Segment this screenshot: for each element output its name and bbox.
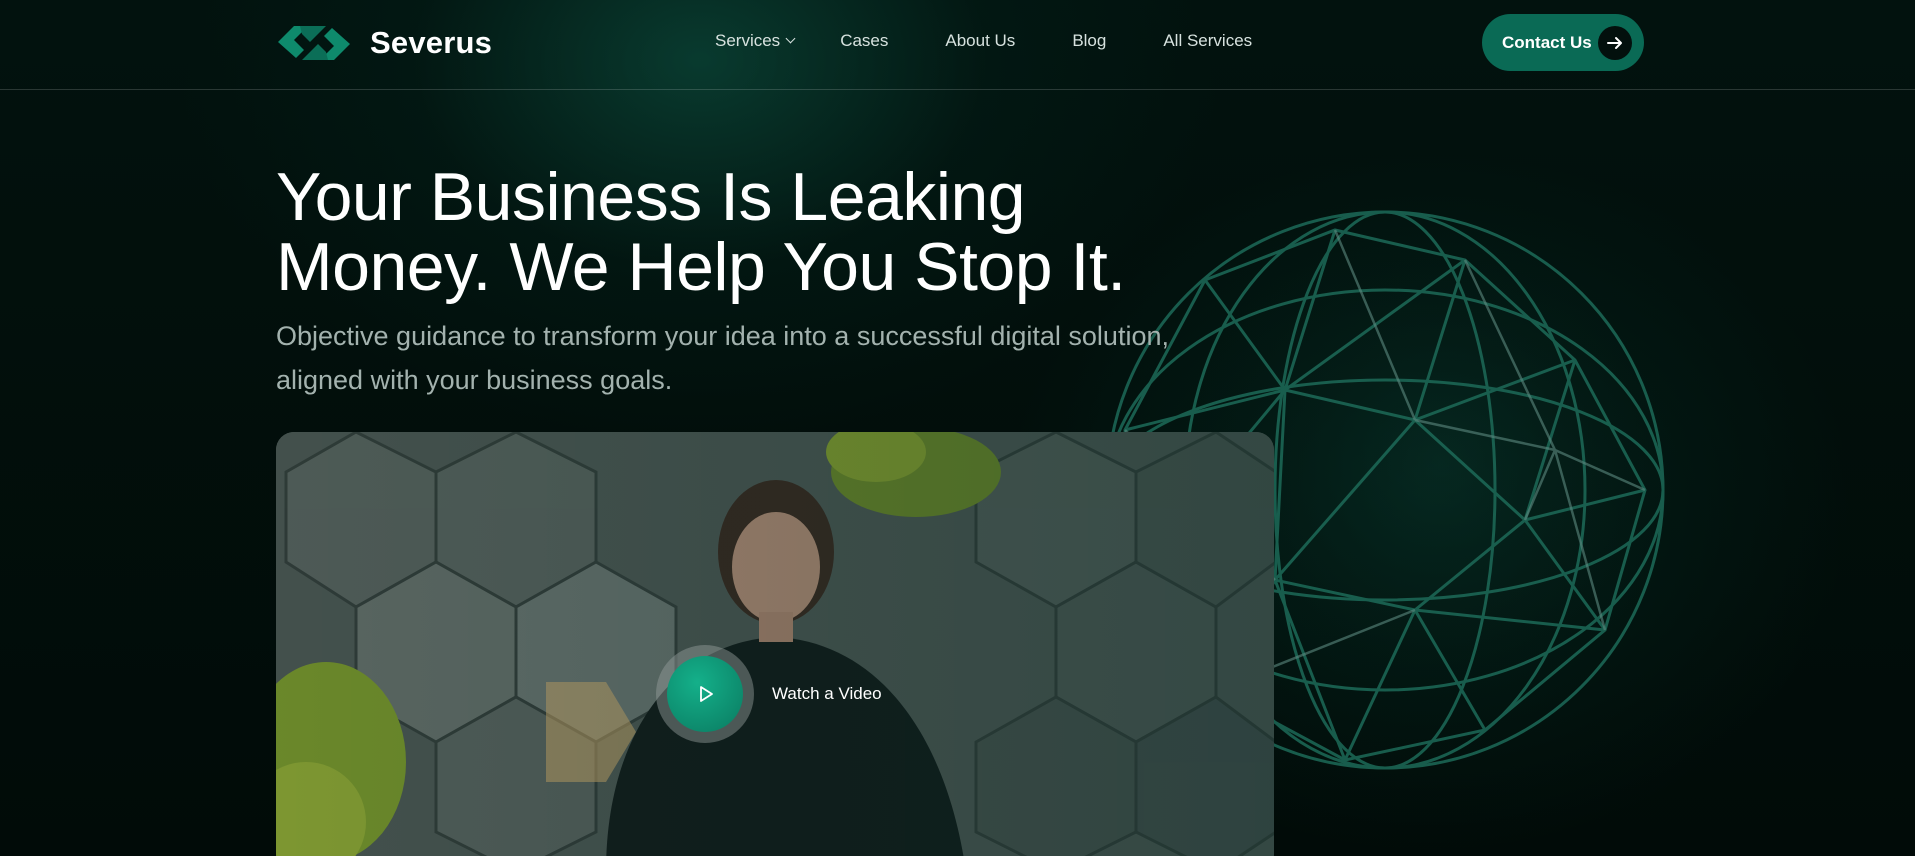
- nav-item-all-services-label: All Services: [1163, 31, 1253, 50]
- nav-item-cases[interactable]: Cases: [840, 31, 888, 51]
- play-icon: [667, 656, 743, 732]
- watch-video-label: Watch a Video: [772, 684, 882, 703]
- nav-item-cases-label: Cases: [840, 31, 889, 50]
- nav-item-services-label: Services: [715, 31, 781, 50]
- hero-title-line-1: Your Business Is Leaking: [276, 159, 1026, 235]
- nav-item-about-us[interactable]: About Us: [945, 31, 1015, 51]
- brand-logo[interactable]: Severus: [276, 20, 492, 66]
- nav-item-all-services[interactable]: All Services: [1163, 31, 1252, 51]
- hero-title-line-2: Money. We Help You Stop It.: [276, 229, 1126, 305]
- play-button[interactable]: [656, 645, 754, 743]
- hero-subtitle-line-2: aligned with your business goals.: [276, 365, 673, 395]
- hero-title: Your Business Is Leaking Money. We Help …: [276, 162, 1276, 302]
- nav-item-blog[interactable]: Blog: [1072, 31, 1106, 51]
- hero-subtitle: Objective guidance to transform your ide…: [276, 314, 1256, 402]
- watch-video-control[interactable]: Watch a Video: [656, 645, 882, 743]
- nav-item-services[interactable]: Services: [715, 31, 796, 51]
- nav-item-about-us-label: About Us: [945, 31, 1016, 50]
- contact-us-button[interactable]: Contact Us: [1482, 14, 1644, 71]
- contact-us-label: Contact Us: [1502, 32, 1592, 52]
- video-card[interactable]: Watch a Video: [276, 432, 1274, 856]
- brand-name: Severus: [370, 25, 493, 60]
- nav-item-blog-label: Blog: [1072, 31, 1107, 50]
- chevron-down-icon: [785, 33, 796, 44]
- logo-mark-icon: [278, 26, 350, 60]
- hero-subtitle-line-1: Objective guidance to transform your ide…: [276, 321, 1169, 351]
- video-overlay: [276, 432, 1274, 856]
- main-nav: Services Cases About Us Blog All Service…: [715, 31, 1252, 51]
- arrow-right-icon: [1598, 26, 1632, 60]
- top-navbar: Severus Services Cases About Us Blog All…: [0, 0, 1915, 90]
